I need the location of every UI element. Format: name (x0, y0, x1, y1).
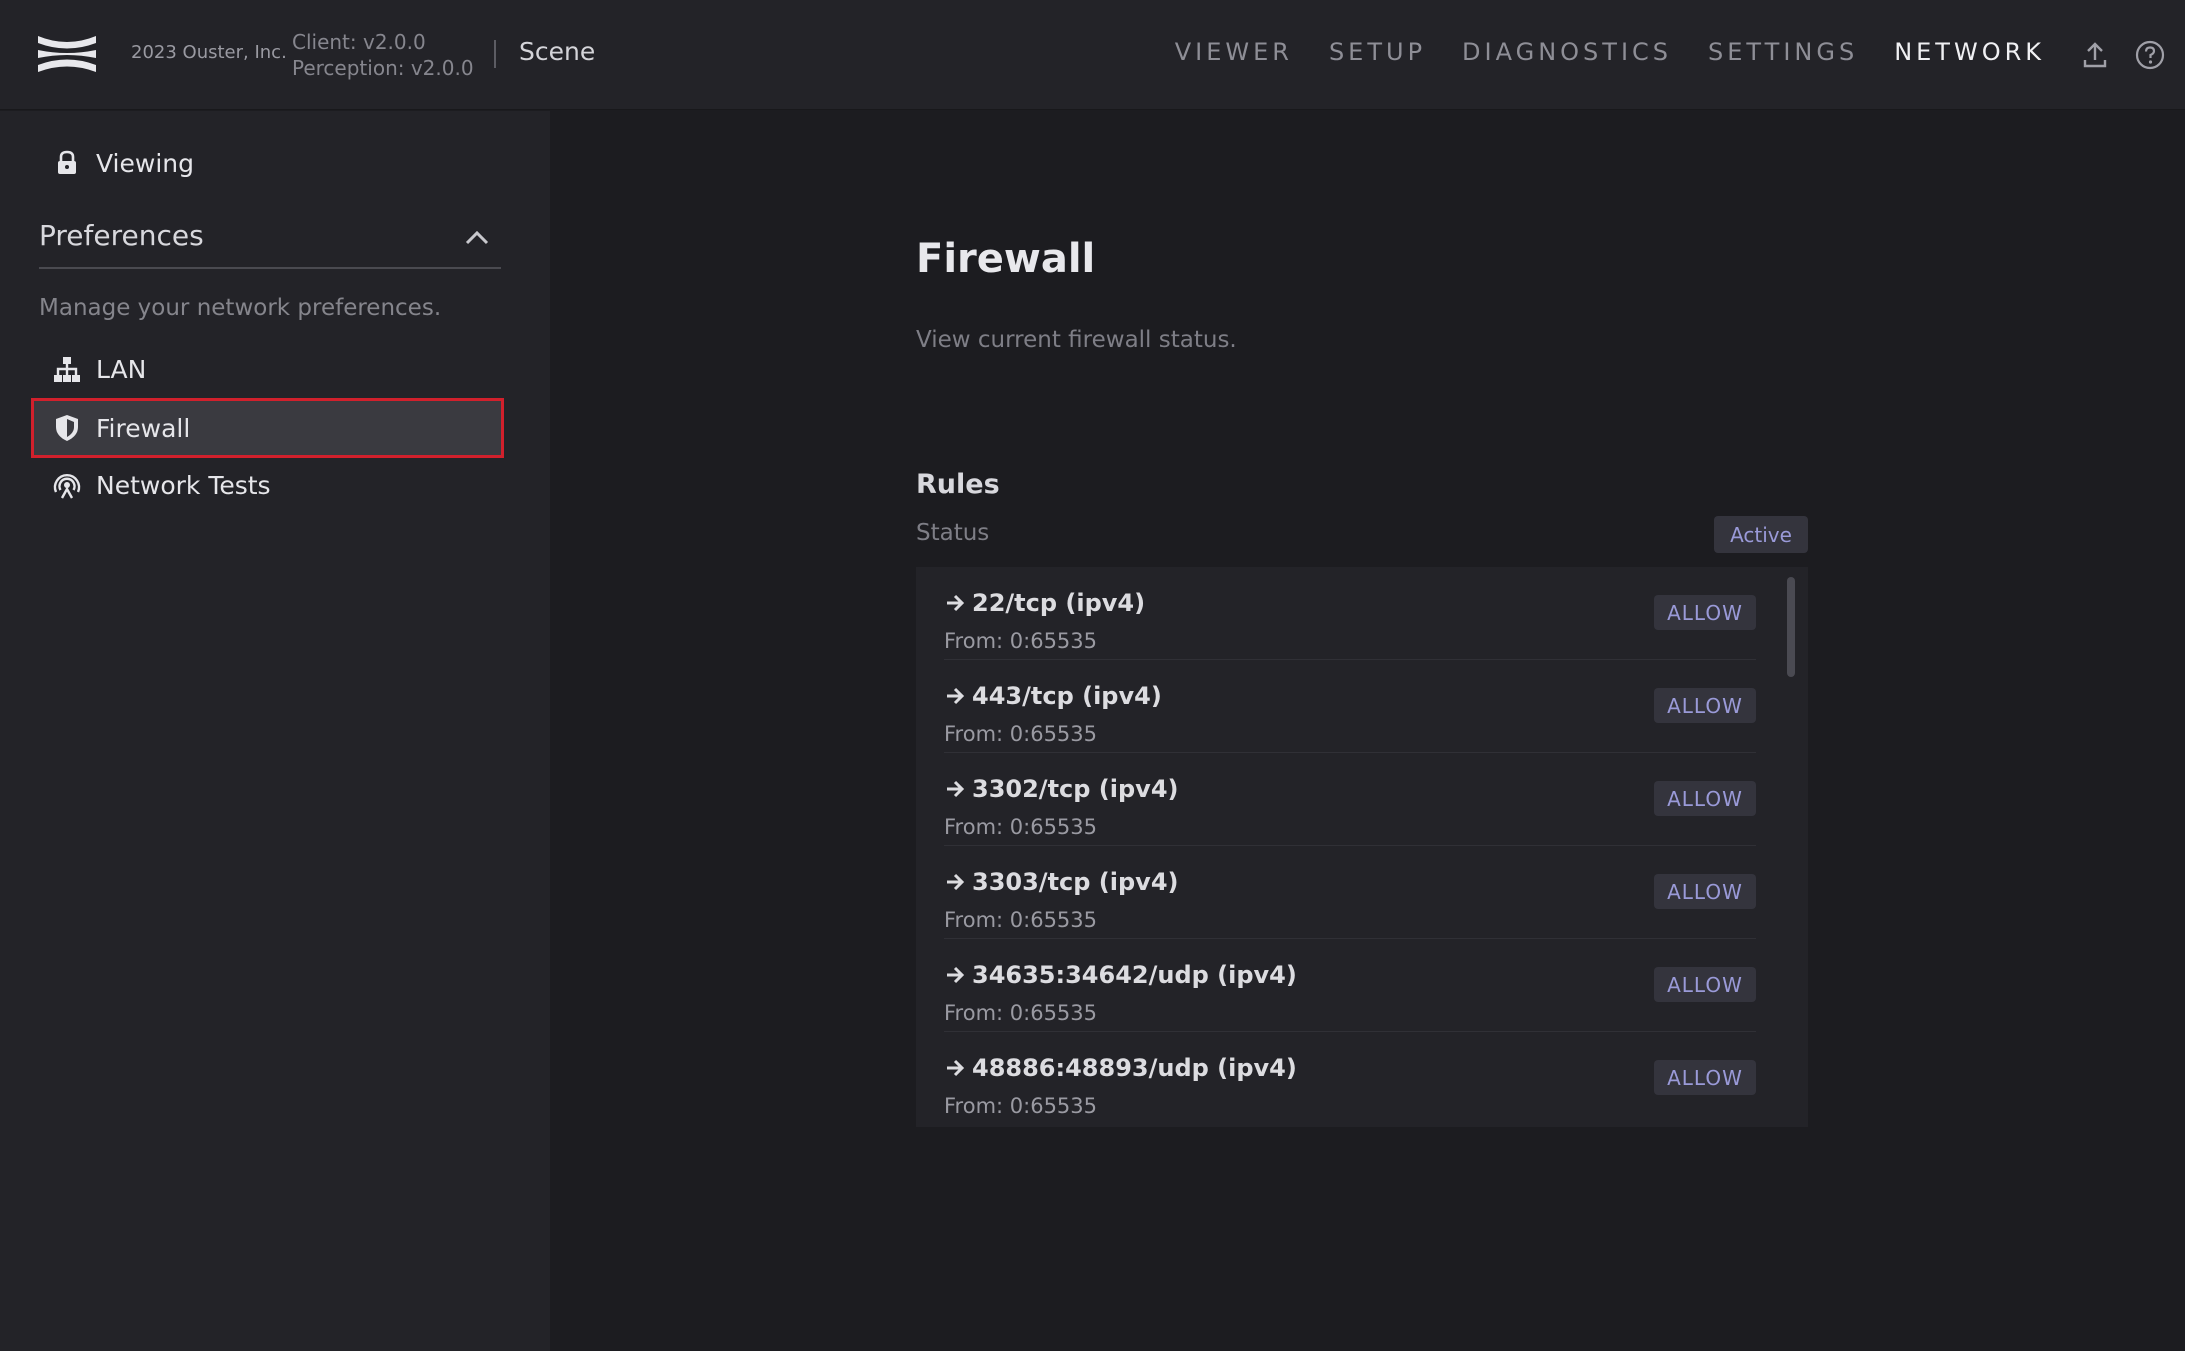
allow-badge: ALLOW (1654, 1060, 1756, 1095)
sidebar-item-label: Network Tests (96, 470, 271, 500)
rule-port-text: 443/tcp (ipv4) (972, 682, 1162, 710)
rule-row: 3303/tcp (ipv4) From: 0:65535 ALLOW (944, 846, 1756, 939)
sidebar-item-network-tests[interactable]: Network Tests (34, 458, 501, 512)
perception-version: Perception: v2.0.0 (292, 56, 474, 80)
rule-port-text: 34635:34642/udp (ipv4) (972, 961, 1297, 989)
rule-port: 34635:34642/udp (ipv4) (944, 961, 1297, 989)
scene-link[interactable]: Scene (519, 37, 595, 66)
page-title: Firewall (916, 236, 1096, 282)
rule-row: 22/tcp (ipv4) From: 0:65535 ALLOW (944, 567, 1756, 660)
rules-scrollbar[interactable] (1787, 577, 1795, 677)
upload-icon[interactable] (2078, 38, 2112, 72)
status-label: Status (916, 520, 990, 546)
rule-from: From: 0:65535 (944, 722, 1098, 746)
sidebar-item-label: LAN (96, 354, 147, 384)
rule-port-text: 3302/tcp (ipv4) (972, 775, 1179, 803)
rules-heading: Rules (916, 469, 1000, 500)
shield-icon (52, 413, 82, 443)
sidebar-item-lan[interactable]: LAN (34, 342, 501, 396)
client-version: Client: v2.0.0 (292, 30, 426, 54)
sidebar-item-label: Firewall (96, 413, 191, 443)
rule-from: From: 0:65535 (944, 815, 1098, 839)
allow-badge: ALLOW (1654, 595, 1756, 630)
header-divider (494, 40, 496, 68)
rule-from: From: 0:65535 (944, 1001, 1098, 1025)
signal-broadcast-icon (52, 470, 82, 500)
lock-icon (52, 148, 82, 178)
nav-setup[interactable]: SETUP (1329, 38, 1426, 66)
nav-viewer[interactable]: VIEWER (1175, 38, 1293, 66)
rule-port: 3303/tcp (ipv4) (944, 868, 1178, 896)
rule-row: 443/tcp (ipv4) From: 0:65535 ALLOW (944, 660, 1756, 753)
status-badge: Active (1714, 516, 1808, 553)
rules-list[interactable]: 22/tcp (ipv4) From: 0:65535 ALLOW 443/tc… (916, 567, 1808, 1127)
section-divider (39, 267, 501, 269)
rule-from: From: 0:65535 (944, 1094, 1098, 1118)
arrow-right-icon (947, 1059, 965, 1077)
preferences-title[interactable]: Preferences (39, 219, 204, 252)
sidebar-item-firewall[interactable]: Firewall (31, 398, 504, 458)
arrow-right-icon (947, 873, 965, 891)
rule-from: From: 0:65535 (944, 629, 1098, 653)
copyright-text: 2023 Ouster, Inc. (131, 42, 287, 63)
rule-port-text: 3303/tcp (ipv4) (972, 868, 1179, 896)
rule-row: 48886:48893/udp (ipv4) From: 0:65535 ALL… (944, 1032, 1756, 1125)
allow-badge: ALLOW (1654, 781, 1756, 816)
sidebar-item-label: Viewing (96, 148, 194, 178)
nav-diagnostics[interactable]: DIAGNOSTICS (1462, 38, 1672, 66)
arrow-right-icon (947, 966, 965, 984)
arrow-right-icon (947, 594, 965, 612)
rule-port: 443/tcp (ipv4) (944, 682, 1162, 710)
allow-badge: ALLOW (1654, 967, 1756, 1002)
main-content: Firewall View current firewall status. R… (550, 111, 2185, 1351)
rule-row: 3302/tcp (ipv4) From: 0:65535 ALLOW (944, 753, 1756, 846)
rule-port-text: 22/tcp (ipv4) (972, 589, 1146, 617)
rule-port: 48886:48893/udp (ipv4) (944, 1054, 1297, 1082)
sidebar-item-viewing[interactable]: Viewing (34, 136, 501, 190)
allow-badge: ALLOW (1654, 688, 1756, 723)
network-tree-icon (52, 354, 82, 384)
nav-network[interactable]: NETWORK (1894, 38, 2045, 66)
arrow-right-icon (947, 687, 965, 705)
help-icon[interactable] (2133, 38, 2167, 72)
rule-port-text: 48886:48893/udp (ipv4) (972, 1054, 1297, 1082)
top-header: 2023 Ouster, Inc. Client: v2.0.0 Percept… (0, 0, 2185, 110)
main-nav: VIEWER SETUP DIAGNOSTICS SETTINGS NETWOR… (1175, 38, 2045, 66)
rule-port: 3302/tcp (ipv4) (944, 775, 1178, 803)
rule-port: 22/tcp (ipv4) (944, 589, 1145, 617)
allow-badge: ALLOW (1654, 874, 1756, 909)
sidebar: Viewing Preferences Manage your network … (0, 111, 550, 1351)
ouster-logo-icon[interactable] (38, 34, 96, 74)
page-subtitle: View current firewall status. (916, 327, 1237, 353)
preferences-description: Manage your network preferences. (39, 295, 442, 321)
nav-settings[interactable]: SETTINGS (1708, 38, 1858, 66)
rule-from: From: 0:65535 (944, 908, 1098, 932)
version-info: Client: v2.0.0 Perception: v2.0.0 (292, 29, 474, 81)
chevron-up-icon[interactable] (462, 223, 492, 253)
arrow-right-icon (947, 780, 965, 798)
rule-row: 34635:34642/udp (ipv4) From: 0:65535 ALL… (944, 939, 1756, 1032)
